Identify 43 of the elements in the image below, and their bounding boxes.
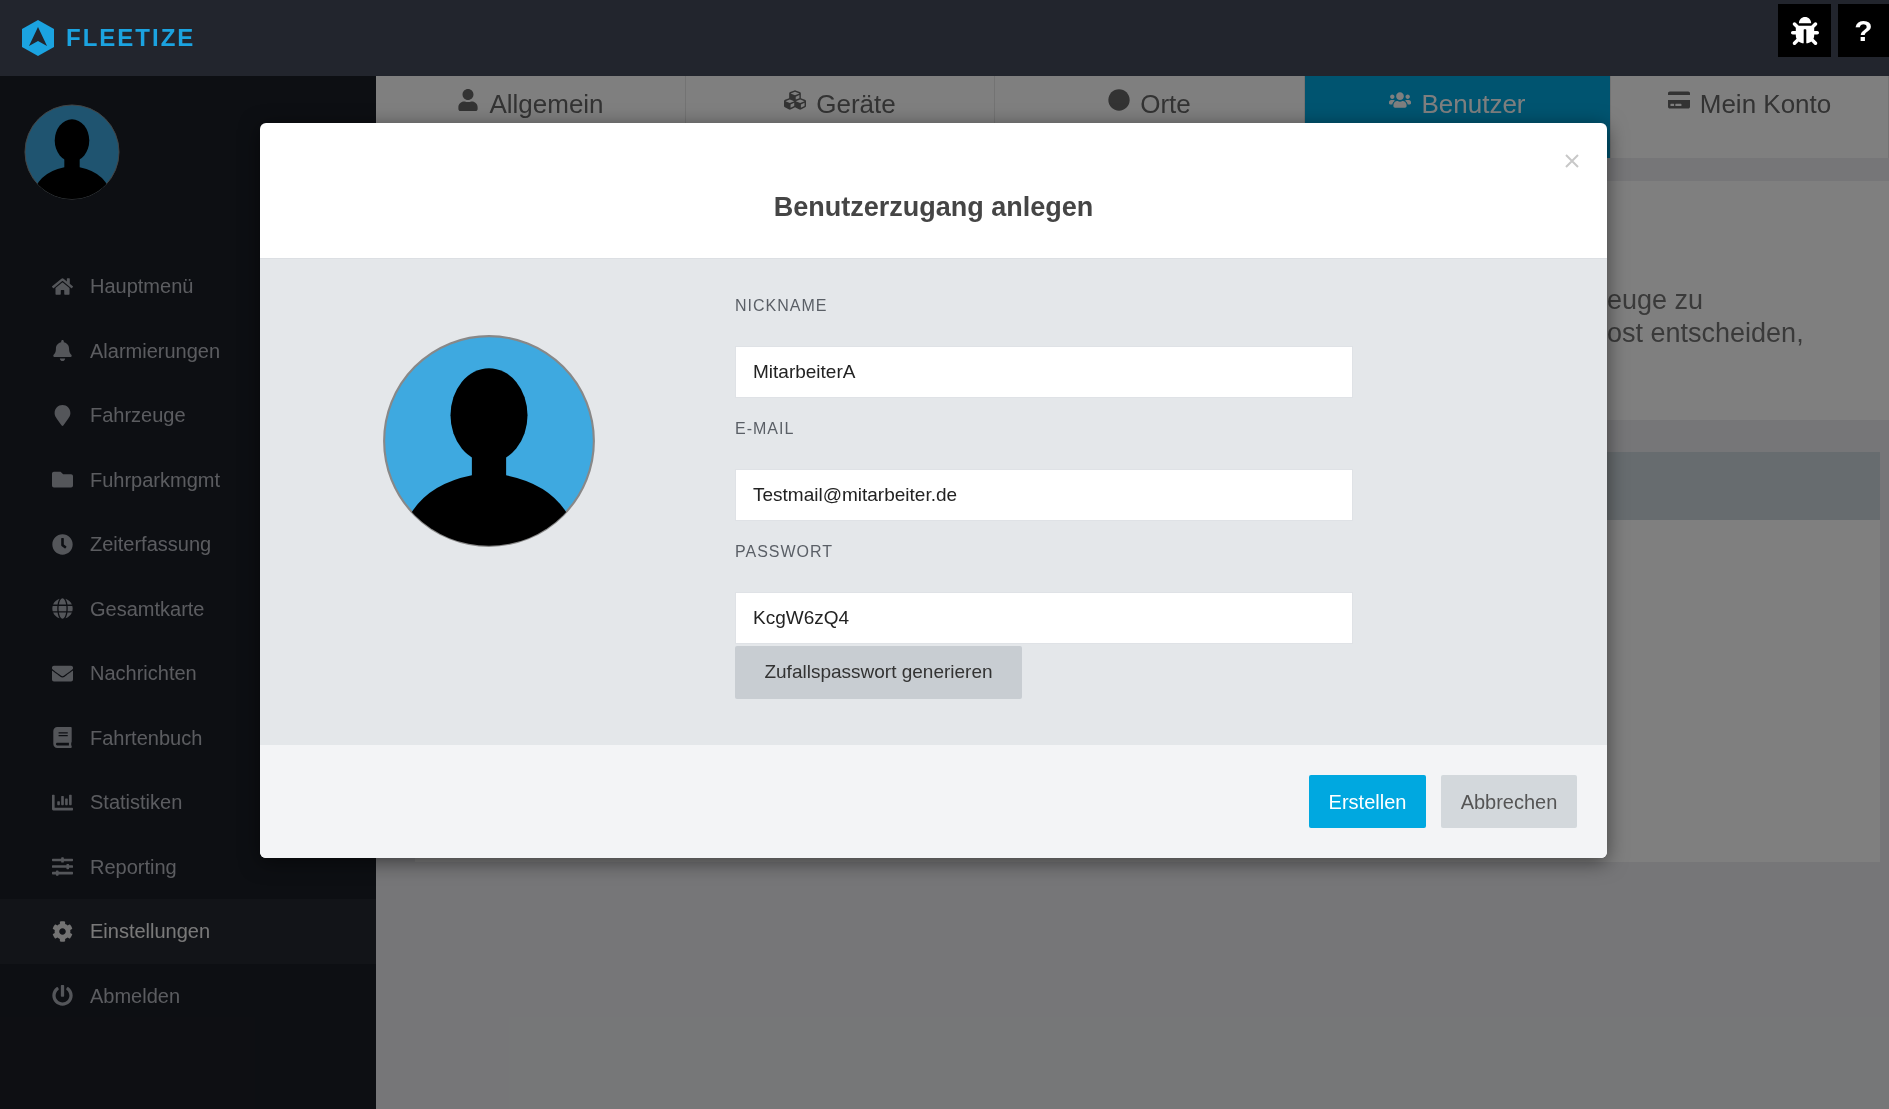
clock-icon [52,533,73,555]
sidebar-item[interactable]: Zeiterfassung [0,512,376,577]
sidebar-item[interactable]: Nachrichten [0,641,376,706]
users-icon [1389,89,1412,111]
field-label: NICKNAME [735,296,829,316]
home-icon [52,275,73,297]
sidebar-item[interactable]: Alarmierungen [0,318,376,383]
tab[interactable]: Mein Konto [1611,76,1889,158]
input-field[interactable]: Testmail@mitarbeiter.de [735,469,1353,521]
cancel-button[interactable]: Abbrechen [1441,775,1577,828]
sidebar-item[interactable]: Einstellungen [0,899,376,964]
help-button[interactable]: ? [1838,4,1889,57]
sidebar-item[interactable]: Reporting [0,834,376,899]
cubes-icon [784,89,807,111]
book-icon [52,727,73,749]
user-icon [457,89,480,111]
dot-icon [1108,89,1131,111]
map-pin-icon [52,404,73,426]
settings-icon [52,920,73,942]
intro-text: euge zu [1607,284,1705,317]
field-label: PASSWORT [735,542,835,562]
sliders-icon [52,856,73,878]
create-button[interactable]: Erstellen [1309,775,1426,828]
logo-text: FLEETIZE [66,23,196,53]
field-label: E-MAIL [735,419,796,439]
sidebar-item[interactable]: Fuhrparkmgmt [0,447,376,512]
bug-report-button[interactable] [1778,4,1831,57]
logo-icon [21,19,55,57]
input-field[interactable]: MitarbeiterA [735,346,1353,398]
generate-password-button[interactable]: Zufallspasswort generieren [735,646,1022,699]
sidebar-item[interactable]: Gesamtkarte [0,576,376,641]
credit-card-icon [1667,89,1690,111]
bell-icon [52,340,73,362]
sidebar-item[interactable]: Fahrzeuge [0,383,376,448]
globe-icon [52,598,73,620]
modal-title: Benutzerzugang anlegen [773,191,1094,225]
sidebar-item[interactable]: Fahrtenbuch [0,705,376,770]
input-field[interactable]: KcgW6zQ4 [735,592,1353,644]
bug-icon [1790,16,1819,45]
intro-text: ost entscheiden, [1607,317,1805,350]
power-icon [52,985,73,1007]
sidebar-item[interactable]: Statistiken [0,770,376,835]
sidebar-item[interactable]: Hauptmenü [0,254,376,319]
